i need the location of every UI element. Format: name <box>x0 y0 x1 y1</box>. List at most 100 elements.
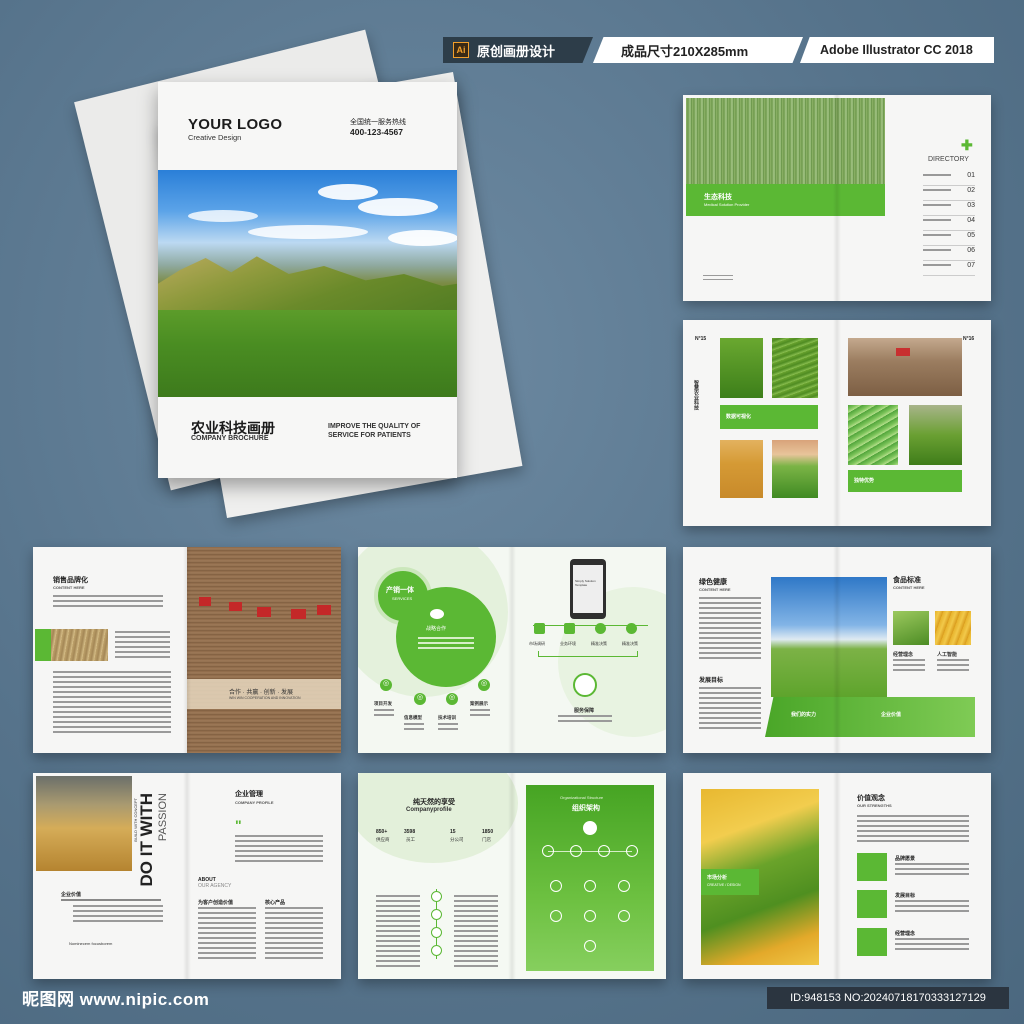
stat-label: 分公司 <box>450 837 464 842</box>
imprint-lines <box>703 275 733 283</box>
stat-value: 850+ <box>376 829 388 835</box>
directory-label: DIRECTORY <box>928 156 969 163</box>
cover-photo <box>158 170 457 397</box>
vertical-title: 智慧农业科技 <box>693 380 699 410</box>
phone-mockup: Simply Solution Template <box>570 559 606 619</box>
stat-value: 1850 <box>482 829 494 835</box>
cover-logo: YOUR LOGO <box>188 116 283 133</box>
market-tag: 市场分析 CREATIVE / DESIGN <box>701 869 759 895</box>
spread-brand: 销售品牌化 CONTENT HERE 合作 · 共赢 · 创新 · 发展 WIN… <box>33 547 341 753</box>
signature: Nominecem focusborem <box>69 941 113 946</box>
spread-gallery: N°15 N°16 智慧农业科技 数据可视化 独特优势 <box>683 320 991 526</box>
goal-heading: 发展目标 <box>699 678 724 684</box>
brand-heading: 销售品牌化 <box>53 577 88 584</box>
directory-item[interactable]: 06 <box>923 246 975 261</box>
vertical-slogan-2: PASSION <box>157 793 169 842</box>
green-accent <box>35 629 51 661</box>
page-number-right: N°16 <box>963 336 975 342</box>
spread-profile: DO IT WITH PASSION BUILD WITH CONCEPT 企业… <box>33 773 341 979</box>
tractor-photo <box>848 338 962 396</box>
flow-label-1: 市场调研 <box>529 641 545 646</box>
spread-org: 纯天然的享受 Companyprofile 850+ 3598 15 1850 … <box>358 773 666 979</box>
col-heading-2: 核心产品 <box>265 900 286 906</box>
farm-photo <box>893 611 929 645</box>
directory-item[interactable]: 01 <box>923 171 975 186</box>
flow-label-2: 业务环境 <box>560 641 576 646</box>
stat-label: 供应商 <box>376 837 390 842</box>
model-icon: ◎ <box>414 693 426 705</box>
software-label: Adobe Illustrator CC 2018 <box>820 43 973 57</box>
wheat-photo <box>686 98 885 184</box>
training-icon: ◎ <box>446 693 458 705</box>
col-heading-1: 为客户创造价值 <box>198 900 234 906</box>
brand-sub: CONTENT HERE <box>53 585 85 590</box>
harvester-photo <box>909 405 962 465</box>
flow-label-4: 精准决策 <box>622 641 638 646</box>
cover-title-en: COMPANY BROCHURE <box>191 435 269 442</box>
spread-process: 产销一体 SERVICES 战略合作 ◎ ◎ ◎ ◎ 项目开发 信息模型 技术培… <box>358 547 666 753</box>
strength-bar: 我们的实力 企业价值 <box>765 697 975 737</box>
watermark: 昵图网 www.nipic.com <box>22 990 210 1009</box>
illustrator-icon: Ai <box>453 42 469 58</box>
terrace-photo <box>848 405 898 465</box>
org-node-icon <box>431 945 442 956</box>
org-panel: Organizational Structure 组织架构 <box>526 785 654 971</box>
target-icon <box>857 890 887 918</box>
values-sub: OUR STRENGTHS <box>857 803 892 808</box>
flow-icon-4 <box>626 623 637 634</box>
directory-item[interactable]: 03 <box>923 201 975 216</box>
brand-text-1 <box>53 595 163 610</box>
service-icon <box>573 673 597 697</box>
flow-icon-1 <box>534 623 545 634</box>
wheat-field-photo <box>720 440 763 498</box>
directory-item[interactable]: 05 <box>923 231 975 246</box>
vision-icon <box>857 853 887 881</box>
banner-sub: Medical Solution Provider <box>704 202 750 207</box>
org-root-node <box>583 821 597 835</box>
software-tag: Adobe Illustrator CC 2018 <box>800 37 994 63</box>
profile-heading: 企业管理 <box>235 791 263 798</box>
plus-icon: ✚ <box>961 137 973 153</box>
harvest-photo: 合作 · 共赢 · 创新 · 发展 WIN WIN COOPERATION AN… <box>187 547 341 753</box>
page-number-left: N°15 <box>695 336 707 342</box>
brand-text-2 <box>115 631 170 661</box>
flow-label-3: 精准决策 <box>591 641 607 646</box>
directory-item[interactable]: 02 <box>923 186 975 201</box>
directory-item[interactable]: 07 <box>923 261 975 276</box>
spread-directory: 生态科技 Medical Solution Provider ✚ DIRECTO… <box>683 95 991 301</box>
dev-icon: ◎ <box>380 679 392 691</box>
flow-icon-3 <box>595 623 606 634</box>
field-photo <box>772 338 818 398</box>
vertical-slogan: DO IT WITH <box>137 793 156 887</box>
stat-label: 员工 <box>406 837 415 842</box>
hotline-label: 全国统一服务热线 <box>350 119 406 126</box>
label-training: 技术培训 <box>438 715 456 720</box>
corn-photo-small <box>935 611 971 645</box>
design-tag: Ai 原创画册设计 <box>443 37 593 63</box>
food-sub: CONTENT HERE <box>893 585 925 590</box>
chat-icon <box>430 609 444 619</box>
org-sub: Companyprofile <box>406 807 452 813</box>
label-model: 信息模型 <box>404 715 422 720</box>
org-node-icon <box>431 927 442 938</box>
directory-list: 01 02 03 04 05 06 07 <box>923 171 975 276</box>
value-item-label: 品牌愿景 <box>895 856 916 862</box>
design-label: 原创画册设计 <box>477 43 556 59</box>
service-label: 服务保障 <box>574 708 595 714</box>
size-tag: 成品尺寸210X285mm <box>593 37 803 63</box>
org-node-icon <box>431 891 442 902</box>
label-case: 案例展示 <box>470 701 488 706</box>
concept-icon <box>857 928 887 956</box>
org-node-icon <box>431 909 442 920</box>
cover-logo-sub: Creative Design <box>188 133 242 142</box>
label-bar-2: 独特优势 <box>848 470 962 492</box>
directory-item[interactable]: 04 <box>923 216 975 231</box>
hotline-phone: 400-123-4567 <box>350 127 403 137</box>
value-item-label: 经营理念 <box>895 931 916 937</box>
brand-caption: 合作 · 共赢 · 创新 · 发展 <box>229 690 293 696</box>
profile-sub: COMPANY PROFILE <box>235 800 274 805</box>
spread-health: 绿色健康 CONTENT HERE 发展目标 食品标准 CONTENT HERE… <box>683 547 991 753</box>
stat-value: 15 <box>450 829 456 835</box>
values-heading: 价值观念 <box>857 795 885 802</box>
org-panel-title: 组织架构 <box>572 805 600 812</box>
